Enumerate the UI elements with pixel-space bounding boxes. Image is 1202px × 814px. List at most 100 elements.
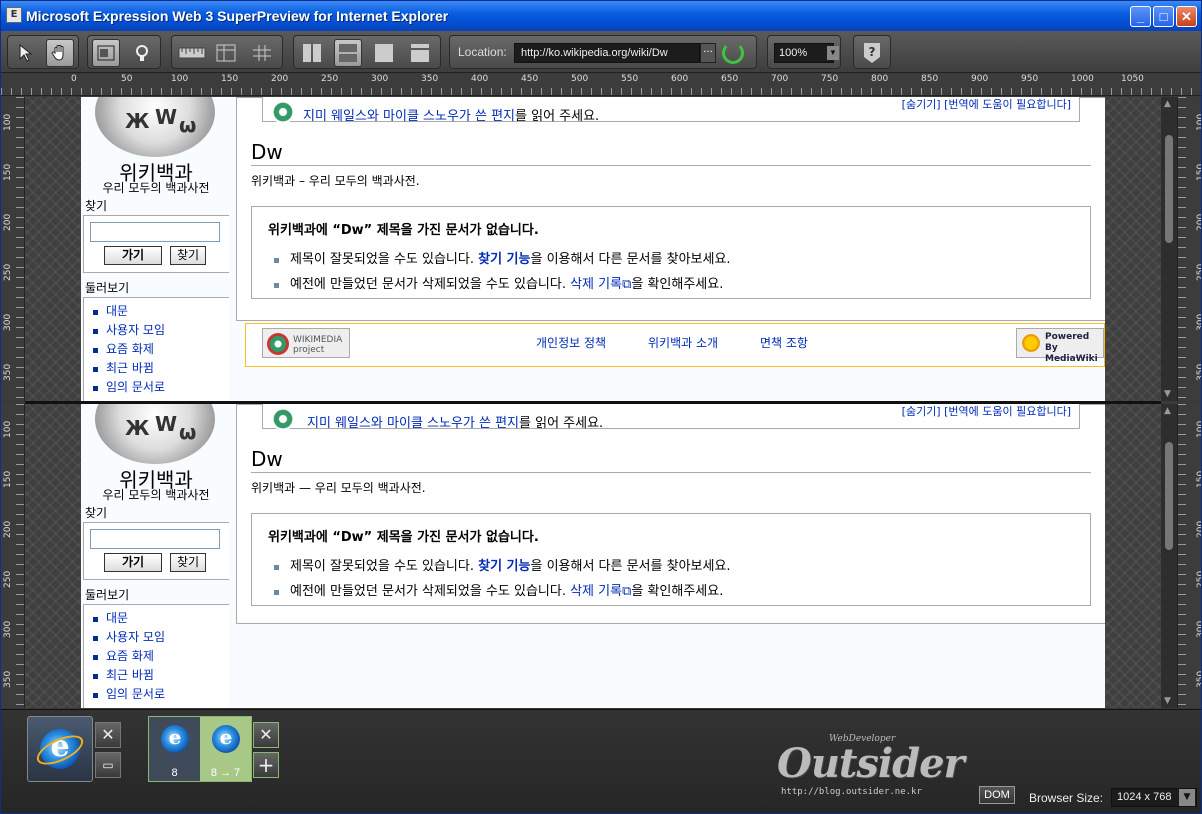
- external-link-icon: ⧉: [622, 584, 632, 599]
- ruler-icon[interactable]: [176, 39, 208, 67]
- nav-item-current-events[interactable]: 요즘 화제: [92, 340, 165, 359]
- dom-button[interactable]: DOM: [979, 786, 1015, 804]
- footer-link-about[interactable]: 위키백과 소개: [648, 334, 718, 351]
- search-feature-link[interactable]: 찾기 기능: [478, 252, 530, 267]
- nav-item-community[interactable]: 사용자 모임: [92, 628, 165, 647]
- navigation-box: 대문 사용자 모임 요즘 화제 최근 바뀜 임의 문서로: [83, 297, 229, 401]
- nav-item-random[interactable]: 임의 문서로: [92, 378, 165, 397]
- refresh-icon[interactable]: [722, 42, 744, 64]
- guides-icon[interactable]: [212, 39, 240, 67]
- minimize-button[interactable]: _: [1130, 6, 1151, 27]
- nav-item-main[interactable]: 대문: [92, 302, 165, 321]
- search-button[interactable]: 찾기: [170, 246, 206, 265]
- ruler-tick-label: 250: [1196, 263, 1201, 281]
- help-icon[interactable]: ?: [858, 39, 886, 67]
- layout-view-icon[interactable]: [92, 39, 120, 67]
- deletion-log-link[interactable]: 삭제 기록: [570, 277, 622, 292]
- ruler-tick-label: 150: [3, 163, 13, 181]
- chevron-down-icon[interactable]: ▼: [827, 46, 839, 60]
- preview-pane-top[interactable]: ЖWω 위키백과 우리 모두의 백과사전 찾기 가기 찾기 둘러보기 대문 사용…: [25, 97, 1161, 401]
- ruler-tick-label: 350: [1196, 363, 1201, 381]
- zoom-select[interactable]: 100% ▼: [774, 43, 839, 63]
- nav-item-current-events[interactable]: 요즘 화제: [92, 647, 165, 666]
- close-window-button[interactable]: ✕: [1176, 6, 1197, 27]
- wikipedia-logo[interactable]: ЖWω: [95, 404, 215, 464]
- scrollbar-top[interactable]: ▲ ▼: [1161, 97, 1177, 401]
- split-horizontal-icon[interactable]: [334, 39, 362, 67]
- remove-browser-button[interactable]: ✕: [253, 722, 279, 748]
- wikimedia-icon: [267, 333, 289, 355]
- grid-icon[interactable]: [248, 39, 276, 67]
- nav-item-recent-changes[interactable]: 최근 바뀜: [92, 359, 165, 378]
- app-icon[interactable]: E: [6, 7, 22, 23]
- ruler-tick-label: 700: [771, 74, 789, 84]
- notice-actions[interactable]: [숨기기] [번역에 도움이 필요합니다]: [902, 404, 1071, 419]
- scrollbar-bottom[interactable]: ▲ ▼: [1161, 404, 1177, 708]
- footer-link-privacy[interactable]: 개인정보 정책: [536, 334, 606, 351]
- ruler-tick-label: 200: [1196, 520, 1201, 538]
- scroll-up-icon[interactable]: ▲: [1164, 406, 1171, 416]
- ruler-tick-label: 650: [721, 74, 739, 84]
- vertical-ruler-right-bottom: 100 150 200 250 300 350: [1177, 404, 1201, 708]
- scroll-thumb[interactable]: [1165, 135, 1173, 243]
- preview-pane-bottom[interactable]: ЖWω 위키백과 우리 모두의 백과사전 찾기 가기 찾기 둘러보기 대문 사용…: [25, 404, 1161, 708]
- notice-link[interactable]: 지미 웨일스와 마이클 스노우가 쓴 편지: [307, 416, 519, 431]
- nav-item-random[interactable]: 임의 문서로: [92, 685, 165, 704]
- chevron-down-icon[interactable]: ▼: [1179, 789, 1195, 806]
- split-layout-group: [293, 35, 441, 69]
- deletion-log-link[interactable]: 삭제 기록: [570, 584, 622, 599]
- mediawiki-icon: [1021, 333, 1041, 353]
- wikimedia-icon: [269, 101, 297, 123]
- horizontal-ruler: 0 50 100 150 200 250 300 350 400 450 500 550 600 650 7…: [1, 74, 1201, 96]
- page-subtitle: 위키백과 – 우리 모두의 백과사전.: [251, 174, 420, 188]
- navigation-list: 대문 사용자 모임 요즘 화제 최근 바뀜 임의 문서로: [92, 609, 165, 704]
- search-heading: 찾기: [85, 199, 108, 213]
- location-browse-button[interactable]: ···: [700, 43, 716, 63]
- no-article-heading: 위키백과에 “Dw” 제목을 가진 문서가 없습니다.: [268, 223, 539, 238]
- site-tagline: 우리 모두의 백과사전: [102, 181, 210, 195]
- add-browser-button[interactable]: +: [253, 752, 279, 778]
- search-button[interactable]: 찾기: [170, 553, 206, 572]
- pointer-tool-icon[interactable]: [12, 39, 40, 67]
- navigation-box: 대문 사용자 모임 요즘 화제 최근 바뀜 임의 문서로: [83, 604, 229, 708]
- footer-link-disclaimer[interactable]: 면책 조항: [760, 334, 808, 351]
- mediawiki-badge[interactable]: Powered By MediaWiki: [1016, 328, 1104, 364]
- go-button[interactable]: 가기: [104, 553, 162, 572]
- search-feature-link[interactable]: 찾기 기능: [478, 559, 530, 574]
- scroll-down-icon[interactable]: ▼: [1164, 389, 1171, 399]
- remove-baseline-button[interactable]: ✕: [95, 722, 121, 748]
- overlay-view-icon[interactable]: [370, 39, 398, 67]
- baseline-browser-ie[interactable]: [27, 716, 93, 782]
- nav-item-community[interactable]: 사용자 모임: [92, 321, 165, 340]
- comparison-browsers: 8 8 → 7: [148, 716, 252, 782]
- save-icon[interactable]: ▭: [95, 752, 121, 778]
- nav-item-main[interactable]: 대문: [92, 609, 165, 628]
- list-item: 제목이 잘못되었을 수도 있습니다. 찾기 기능을 이용해서 다른 문서를 찾아…: [274, 247, 731, 272]
- nav-item-recent-changes[interactable]: 최근 바뀜: [92, 666, 165, 685]
- search-input[interactable]: [90, 529, 220, 549]
- scroll-down-icon[interactable]: ▼: [1164, 696, 1171, 706]
- vertical-ruler-right-top: 100 150 200 250 300 350: [1177, 97, 1201, 401]
- wikimedia-badge[interactable]: WIKIMEDIA project: [262, 328, 350, 358]
- browser-ie8-as-7[interactable]: 8 → 7: [200, 717, 251, 781]
- pan-tool-icon[interactable]: [46, 39, 74, 67]
- go-button[interactable]: 가기: [104, 246, 162, 265]
- ruler-tick-label: 150: [221, 74, 239, 84]
- wikipedia-logo[interactable]: ЖWω: [95, 97, 215, 157]
- ruler-tick-label: 850: [921, 74, 939, 84]
- notice-link[interactable]: 지미 웨일스와 마이클 스노우가 쓴 편지: [303, 109, 515, 124]
- maximize-button[interactable]: □: [1153, 6, 1174, 27]
- location-input[interactable]: http://ko.wikipedia.org/wiki/Dw: [514, 43, 700, 63]
- location-label: Location:: [458, 45, 507, 59]
- single-view-icon[interactable]: [406, 39, 434, 67]
- split-vertical-icon[interactable]: [298, 39, 326, 67]
- scroll-up-icon[interactable]: ▲: [1164, 99, 1171, 109]
- search-input[interactable]: [90, 222, 220, 242]
- browser-ie8[interactable]: 8: [149, 717, 200, 781]
- notice-actions[interactable]: [숨기기] [번역에 도움이 필요합니다]: [902, 97, 1071, 112]
- title-bar[interactable]: E Microsoft Expression Web 3 SuperPrevie…: [1, 1, 1201, 31]
- highlight-tool-icon[interactable]: [128, 39, 156, 67]
- ruler-tick-label: 50: [121, 74, 133, 84]
- ruler-tick-label: 150: [1196, 163, 1201, 181]
- scroll-thumb[interactable]: [1165, 442, 1173, 550]
